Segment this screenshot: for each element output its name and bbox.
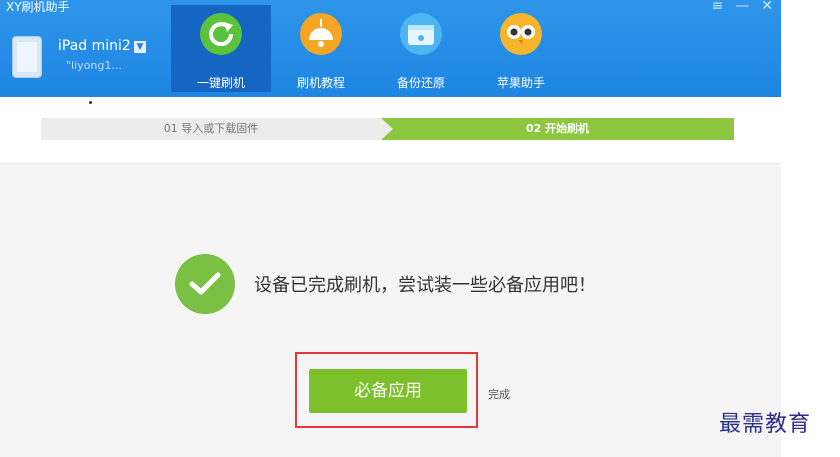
completion-message: 设备已完成刷机，尝试装一些必备应用吧！ [254, 275, 596, 296]
header-bar: XY刷机助手 ≡ — ✕ iPad mini2 ▼ "liyong1... 一键… [0, 0, 781, 97]
cursor-dot [89, 101, 92, 104]
tab-flash[interactable]: 一键刷机 [171, 5, 271, 92]
done-link[interactable]: 完成 [488, 386, 510, 402]
tab-backup[interactable]: 备份还原 [371, 5, 471, 92]
chevron-down-icon[interactable]: ▼ [134, 41, 146, 53]
disc-icon [400, 13, 442, 55]
app-window: XY刷机助手 ≡ — ✕ iPad mini2 ▼ "liyong1... 一键… [0, 0, 781, 457]
device-name: iPad mini2 [58, 38, 131, 54]
check-icon [175, 254, 235, 314]
tab-label: 一键刷机 [196, 76, 245, 90]
menu-icon[interactable]: ≡ [712, 0, 724, 14]
tab-label: 苹果助手 [496, 76, 545, 90]
lamp-icon [300, 13, 342, 55]
minimize-icon[interactable]: — [735, 0, 749, 14]
essential-apps-button[interactable]: 必备应用 [309, 369, 467, 413]
tab-label: 刷机教程 [296, 76, 345, 90]
refresh-icon [200, 13, 242, 55]
app-title: XY刷机助手 [6, 0, 70, 14]
close-icon[interactable]: ✕ [761, 0, 773, 14]
tab-label: 备份还原 [396, 76, 445, 90]
window-controls: ≡ — ✕ [712, 0, 773, 14]
tab-apple-helper[interactable]: 苹果助手 [471, 5, 571, 92]
tab-tutorial[interactable]: 刷机教程 [271, 5, 371, 92]
step-flash: 02 开始刷机 [381, 118, 734, 140]
progress-steps: 01 导入或下载固件 02 开始刷机 [41, 118, 734, 140]
device-info: iPad mini2 ▼ "liyong1... [12, 36, 162, 81]
ipad-icon [12, 36, 42, 78]
device-account: "liyong1... [66, 59, 122, 72]
step-import: 01 导入或下载固件 [163, 122, 259, 135]
owl-icon [500, 13, 542, 55]
watermark: 最需教育 [719, 412, 812, 437]
